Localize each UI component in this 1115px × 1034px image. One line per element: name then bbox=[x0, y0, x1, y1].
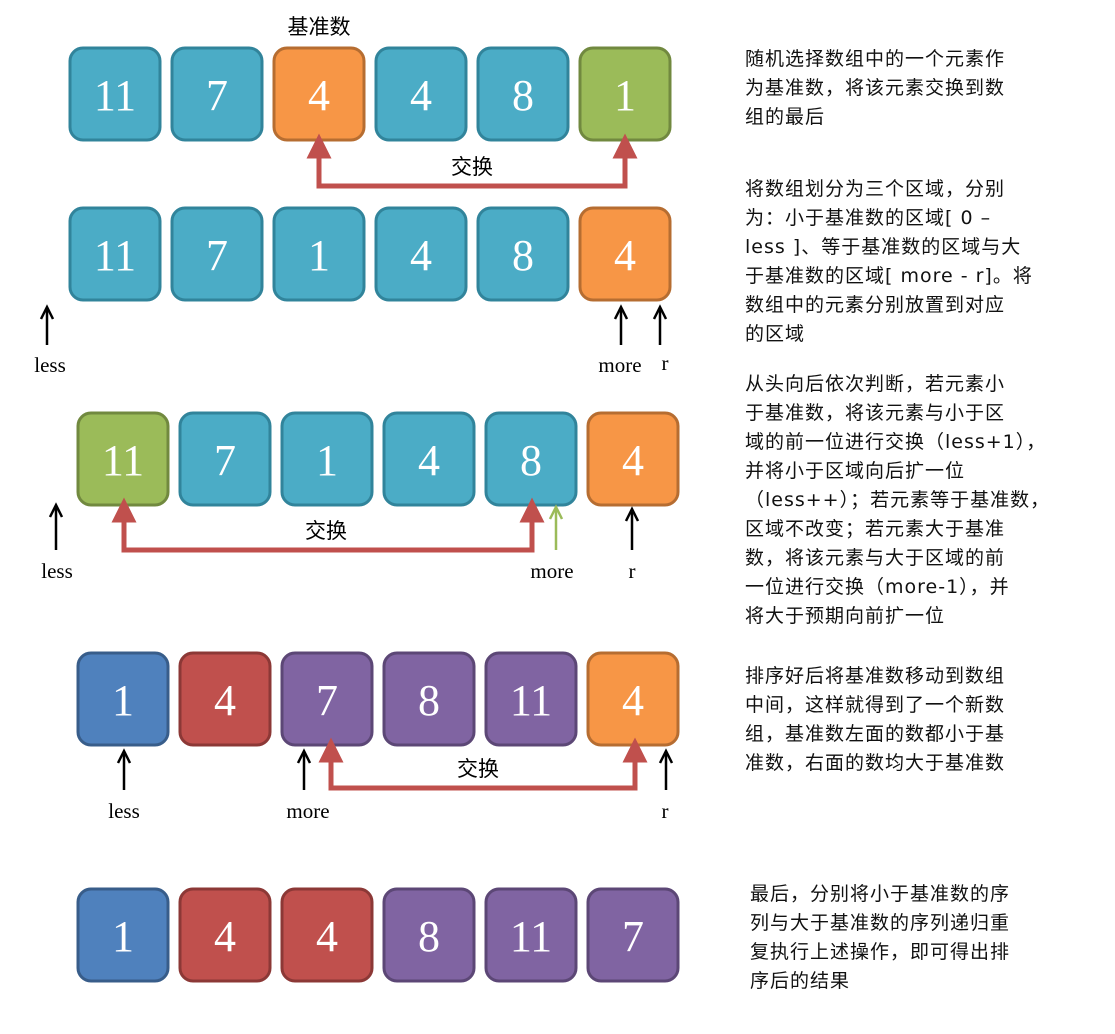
step5-cell-2-value: 4 bbox=[316, 912, 338, 961]
step2-cell-1-value: 7 bbox=[206, 231, 228, 280]
step4-pointer-more-label: more bbox=[286, 799, 329, 823]
step1-cell-3-value: 4 bbox=[410, 71, 432, 120]
step4-description: 排序好后将基准数移动到数组 中间，这样就得到了一个新数 组，基准数左面的数都小于… bbox=[745, 665, 1006, 774]
step1-description: 随机选择数组中的一个元素作 为基准数，将该元素交换到数 组的最后 bbox=[745, 48, 1006, 128]
step5-cell-0-value: 1 bbox=[112, 912, 134, 961]
step1-cell-5-value: 1 bbox=[614, 71, 636, 120]
step1-cell-0-value: 11 bbox=[94, 71, 136, 120]
step2-pointer-less-label: less bbox=[34, 353, 66, 377]
step4-cell-5-value: 4 bbox=[622, 676, 644, 725]
step4-pointer-r-label: r bbox=[662, 799, 669, 823]
step2-cell-5-value: 4 bbox=[614, 231, 636, 280]
step2-description: 将数组划分为三个区域，分别 为：小于基准数的区域[ 0 – less ]、等于基… bbox=[745, 178, 1033, 345]
step5-cell-5-value: 7 bbox=[622, 912, 644, 961]
step2-cell-0-value: 11 bbox=[94, 231, 136, 280]
step5-cell-4-value: 11 bbox=[510, 912, 552, 961]
step3-pointer-less-label: less bbox=[41, 559, 73, 583]
step3-description: 从头向后依次判断，若元素小 于基准数，将该元素与小于区 域的前一位进行交换（le… bbox=[745, 373, 1051, 627]
step2-cell-3-value: 4 bbox=[410, 231, 432, 280]
step3-cell-0-value: 11 bbox=[102, 436, 144, 485]
step1-cell-4-value: 8 bbox=[512, 71, 534, 120]
step2-pointer-r-label: r bbox=[662, 351, 669, 375]
step1-pivot-caption: 基准数 bbox=[288, 15, 351, 39]
step1-cell-1-value: 7 bbox=[206, 71, 228, 120]
step3-cell-4-value: 8 bbox=[520, 436, 542, 485]
step4-cell-2-value: 7 bbox=[316, 676, 338, 725]
step1-cell-2-value: 4 bbox=[308, 71, 330, 120]
step4-cell-0-value: 1 bbox=[112, 676, 134, 725]
step5-description: 最后，分别将小于基准数的序 列与大于基准数的序列递归重 复执行上述操作，即可得出… bbox=[750, 883, 1011, 992]
step3-cell-5-value: 4 bbox=[622, 436, 644, 485]
step5-cell-3-value: 8 bbox=[418, 912, 440, 961]
step2-pointer-more-label: more bbox=[598, 353, 641, 377]
step2-cell-2-value: 1 bbox=[308, 231, 330, 280]
step4-cell-1-value: 4 bbox=[214, 676, 236, 725]
step4-swap-label: 交换 bbox=[457, 757, 499, 781]
step3-pointer-more-label: more bbox=[530, 559, 573, 583]
step3-cell-1-value: 7 bbox=[214, 436, 236, 485]
step3-swap-label: 交换 bbox=[305, 519, 347, 543]
step2-cell-4-value: 8 bbox=[512, 231, 534, 280]
step4-pointer-less-label: less bbox=[108, 799, 140, 823]
step5-cell-1-value: 4 bbox=[214, 912, 236, 961]
step4-cell-3-value: 8 bbox=[418, 676, 440, 725]
step3-cell-2-value: 1 bbox=[316, 436, 338, 485]
step4-cell-4-value: 11 bbox=[510, 676, 552, 725]
step3-cell-3-value: 4 bbox=[418, 436, 440, 485]
step1-swap-label: 交换 bbox=[451, 155, 493, 179]
step3-pointer-r-label: r bbox=[629, 559, 636, 583]
